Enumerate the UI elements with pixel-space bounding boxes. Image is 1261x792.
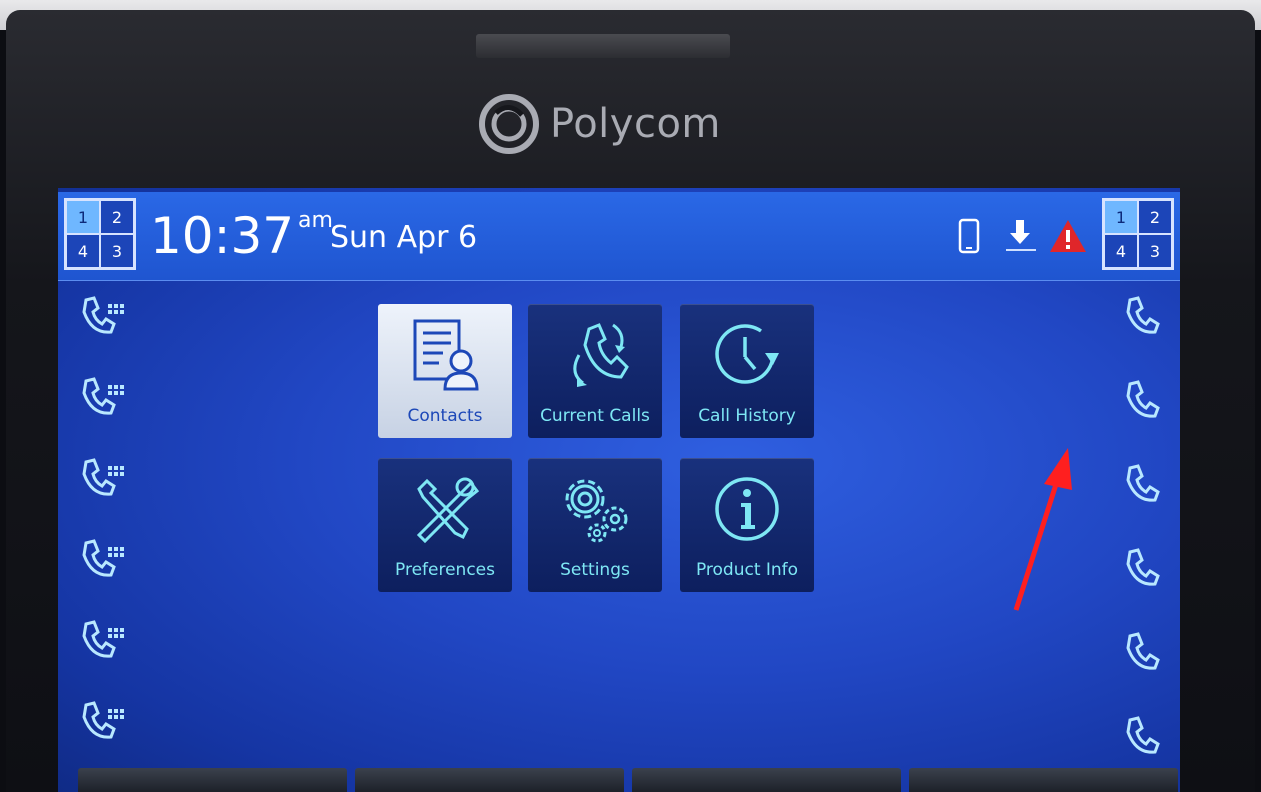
app-label: Contacts: [407, 406, 483, 426]
page-indicator-left[interactable]: 1 2 4 3: [64, 198, 136, 270]
line-key-handset-icon[interactable]: [1122, 464, 1160, 508]
line-key-handset-icon[interactable]: [1122, 296, 1160, 340]
brand-name: Polycom: [550, 101, 721, 147]
app-preferences[interactable]: Preferences: [378, 458, 512, 592]
line-key-handset-icon[interactable]: [78, 296, 126, 340]
app-label: Product Info: [695, 560, 799, 580]
contacts-icon: [378, 310, 512, 400]
page-3[interactable]: 3: [100, 234, 134, 268]
softkey-2[interactable]: [355, 768, 624, 792]
softkey-4[interactable]: [909, 768, 1178, 792]
line-key-handset-icon[interactable]: [1122, 716, 1160, 760]
line-key-handset-icon[interactable]: [78, 539, 126, 583]
app-label: Current Calls: [540, 406, 650, 426]
softkey-1[interactable]: [78, 768, 347, 792]
line-key-handset-icon[interactable]: [78, 458, 126, 502]
settings-icon: [528, 464, 662, 554]
clock-date: Sun Apr 6: [330, 220, 478, 255]
softkey-bar: [78, 768, 1178, 792]
app-label: Call History: [698, 406, 796, 426]
page-3[interactable]: 3: [1138, 234, 1172, 268]
app-settings[interactable]: Settings: [528, 458, 662, 592]
status-bar: 1 2 4 3 10:37 am Sun Apr 6 1 2 4 3: [58, 192, 1180, 281]
download-icon: [1006, 220, 1036, 251]
page-4[interactable]: 4: [1104, 234, 1138, 268]
brand-logo: Polycom: [478, 92, 721, 156]
line-key-handset-icon[interactable]: [1122, 632, 1160, 676]
app-call-history[interactable]: Call History: [680, 304, 814, 438]
preferences-icon: [378, 464, 512, 554]
line-key-handset-icon[interactable]: [78, 620, 126, 664]
app-current-calls[interactable]: Current Calls: [528, 304, 662, 438]
app-grid: Contacts Current Calls Call History Pref…: [378, 304, 818, 594]
app-label: Preferences: [395, 560, 495, 580]
softkey-3[interactable]: [632, 768, 901, 792]
app-label: Settings: [560, 560, 630, 580]
page-2[interactable]: 2: [100, 200, 134, 234]
clock-ampm: am: [298, 208, 333, 233]
page-1[interactable]: 1: [1104, 200, 1138, 234]
bezel-notch: [476, 34, 730, 58]
warning-icon[interactable]: [1048, 218, 1088, 254]
call-history-icon: [680, 310, 814, 400]
product-info-icon: [680, 464, 814, 554]
app-product-info[interactable]: Product Info: [680, 458, 814, 592]
current-calls-icon: [528, 310, 662, 400]
page-2[interactable]: 2: [1138, 200, 1172, 234]
line-key-handset-icon[interactable]: [1122, 548, 1160, 592]
annotation-arrow: [1013, 448, 1072, 611]
page-4[interactable]: 4: [66, 234, 100, 268]
phone-screen: 1 2 4 3 10:37 am Sun Apr 6 1 2 4 3 Conta…: [58, 188, 1180, 792]
page-indicator-right[interactable]: 1 2 4 3: [1102, 198, 1174, 270]
line-key-handset-icon[interactable]: [1122, 380, 1160, 424]
page-1[interactable]: 1: [66, 200, 100, 234]
polycom-logo-icon: [479, 94, 539, 154]
app-contacts[interactable]: Contacts: [378, 304, 512, 438]
mobile-device-icon: [958, 218, 980, 254]
line-key-handset-icon[interactable]: [78, 701, 126, 745]
clock-time: 10:37: [150, 207, 295, 265]
line-key-handset-icon[interactable]: [78, 377, 126, 421]
